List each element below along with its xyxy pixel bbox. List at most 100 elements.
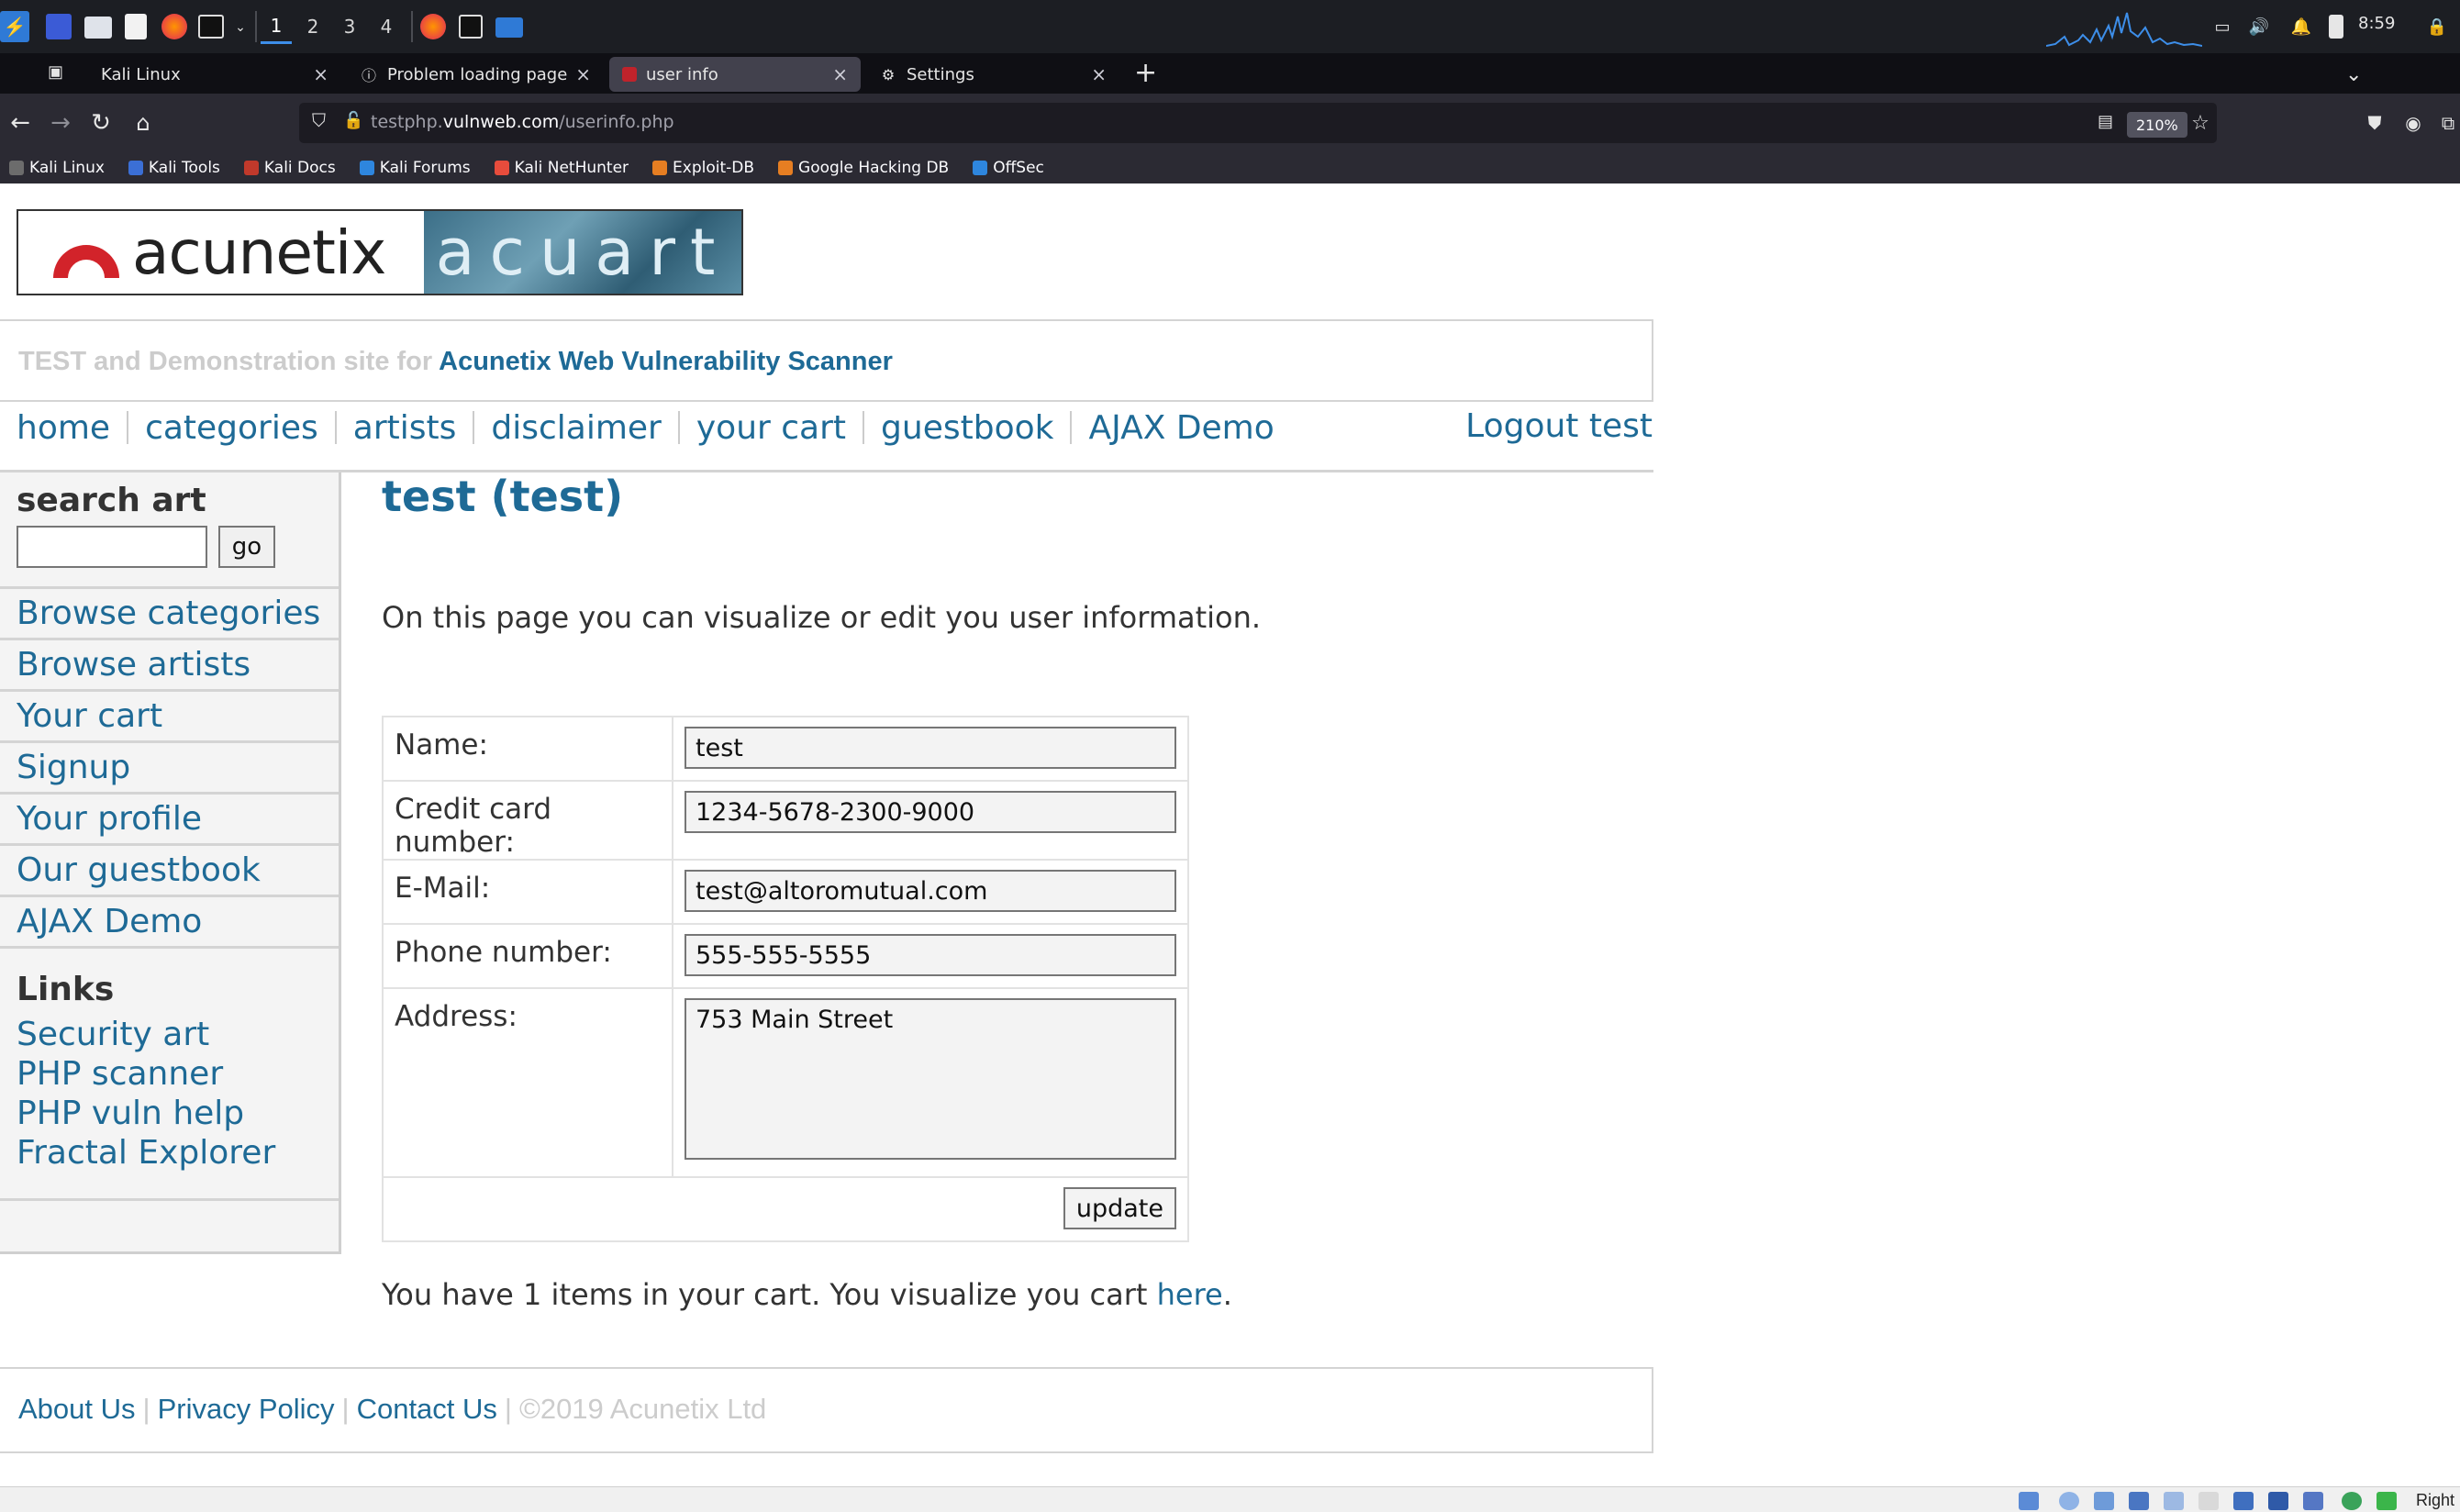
link-fractal-explorer[interactable]: Fractal Explorer	[17, 1134, 275, 1172]
url-bar[interactable]: ⛉ 🔓 testphp.vulnweb.com/userinfo.php ▤	[299, 103, 2217, 143]
tab-problem-loading[interactable]: ⓘ Problem loading page ×	[347, 57, 604, 92]
search-art-input[interactable]	[17, 526, 207, 568]
home-icon[interactable]: ⌂	[127, 106, 160, 139]
sidebar-item-our-guestbook[interactable]: Our guestbook	[0, 843, 339, 895]
email-field[interactable]	[685, 870, 1176, 912]
close-icon[interactable]: ×	[832, 63, 848, 85]
vm-optical-icon[interactable]	[2059, 1492, 2079, 1510]
sidebar-item-browse-categories[interactable]: Browse categories	[0, 586, 339, 638]
extensions-icon[interactable]: ⧉	[2432, 106, 2460, 139]
reader-view-icon[interactable]: ▤	[2098, 112, 2113, 131]
firefox-icon[interactable]	[161, 14, 187, 39]
vm-shared-folder-icon[interactable]	[2198, 1492, 2219, 1510]
vm-disk-icon[interactable]	[2019, 1492, 2039, 1510]
cart-here-link[interactable]: here	[1157, 1277, 1223, 1312]
battery-icon[interactable]	[2329, 15, 2343, 39]
display-icon[interactable]: ▭	[2210, 14, 2235, 39]
close-icon[interactable]: ×	[575, 63, 591, 85]
zoom-level-badge[interactable]: 210%	[2127, 112, 2187, 138]
account-icon[interactable]: ◉	[2397, 106, 2430, 139]
footer-privacy-policy[interactable]: Privacy Policy	[158, 1393, 335, 1425]
nav-your-cart[interactable]: your cart	[696, 409, 846, 447]
tab-kali-linux[interactable]: Kali Linux ×	[88, 57, 341, 92]
workspace-4[interactable]: 4	[371, 9, 402, 44]
nav-categories[interactable]: categories	[145, 409, 318, 447]
link-php-scanner[interactable]: PHP scanner	[17, 1055, 223, 1093]
bookmark-exploit-db[interactable]: Exploit-DB	[652, 159, 754, 177]
notification-bell-icon[interactable]: 🔔	[2288, 14, 2314, 39]
kali-menu-icon[interactable]: ⚡	[0, 11, 29, 42]
firefox-window-icon[interactable]	[420, 14, 446, 39]
vm-display-icon[interactable]	[2233, 1492, 2254, 1510]
show-desktop-icon[interactable]	[46, 14, 72, 39]
shield-icon[interactable]: ⛉	[312, 111, 326, 132]
list-all-tabs-icon[interactable]: ⌄	[2345, 62, 2362, 86]
firefox-view-icon[interactable]: ▣	[48, 62, 63, 82]
lock-insecure-icon[interactable]: 🔓	[343, 111, 363, 130]
update-button[interactable]: update	[1063, 1187, 1176, 1229]
sidebar-item-your-profile[interactable]: Your profile	[0, 792, 339, 843]
footer-contact-us[interactable]: Contact Us	[357, 1393, 497, 1425]
terminal-icon[interactable]	[198, 15, 224, 39]
clock[interactable]: 8:59	[2358, 14, 2395, 33]
terminal-window-icon[interactable]	[459, 15, 483, 39]
close-icon[interactable]: ×	[313, 63, 328, 85]
gear-icon: ⚙	[881, 65, 896, 83]
tab-settings[interactable]: ⚙ Settings ×	[866, 57, 1119, 92]
nav-ajax-demo[interactable]: AJAX Demo	[1088, 409, 1274, 447]
name-field[interactable]	[685, 727, 1176, 769]
bookmark-star-icon[interactable]: ☆	[2184, 106, 2217, 139]
bookmark-label: OffSec	[993, 159, 1044, 177]
credit-card-field[interactable]	[685, 791, 1176, 833]
back-icon[interactable]: ←	[4, 106, 37, 139]
bookmark-kali-linux[interactable]: Kali Linux	[9, 159, 105, 177]
vm-audio-icon[interactable]	[2094, 1492, 2114, 1510]
nav-artists[interactable]: artists	[353, 409, 457, 447]
text-editor-icon[interactable]	[125, 14, 147, 39]
bookmark-kali-tools[interactable]: Kali Tools	[128, 159, 220, 177]
nav-disclaimer[interactable]: disclaimer	[491, 409, 661, 447]
phone-field[interactable]	[685, 934, 1176, 976]
nav-guestbook[interactable]: guestbook	[881, 409, 1053, 447]
app-window-icon[interactable]	[495, 17, 523, 38]
lock-icon[interactable]: 🔒	[2424, 14, 2450, 39]
link-security-art[interactable]: Security art	[17, 1016, 209, 1053]
workspace-1[interactable]: 1	[261, 9, 292, 44]
sidebar-item-ajax-demo[interactable]: AJAX Demo	[0, 895, 339, 946]
sidebar-item-your-cart[interactable]: Your cart	[0, 689, 339, 740]
address-field[interactable]: 753 Main Street	[685, 998, 1176, 1160]
vm-network-icon[interactable]	[2129, 1492, 2149, 1510]
sidebar-item-signup[interactable]: Signup	[0, 740, 339, 792]
logout-link[interactable]: Logout test	[1465, 407, 1653, 445]
vm-cpu-icon[interactable]	[2342, 1492, 2362, 1510]
forward-icon[interactable]: →	[44, 106, 77, 139]
url-text[interactable]: testphp.vulnweb.com/userinfo.php	[371, 112, 674, 132]
top-navigation: home categories artists disclaimer your …	[17, 407, 1275, 448]
footer-about-us[interactable]: About Us	[18, 1393, 136, 1425]
sidebar-item-browse-artists[interactable]: Browse artists	[0, 638, 339, 689]
vm-recording-icon[interactable]	[2303, 1492, 2323, 1510]
workspace-2[interactable]: 2	[297, 9, 328, 44]
workspace-3[interactable]: 3	[334, 9, 365, 44]
bookmark-kali-nethunter[interactable]: Kali NetHunter	[494, 159, 629, 177]
nav-home[interactable]: home	[17, 409, 110, 447]
new-tab-button[interactable]: +	[1134, 57, 1157, 89]
site-logo-banner[interactable]: acunetix acuart	[17, 209, 743, 295]
vm-mouse-icon[interactable]	[2377, 1492, 2397, 1510]
bookmark-google-hacking-db[interactable]: Google Hacking DB	[778, 159, 949, 177]
pocket-icon[interactable]: ⛊	[2358, 106, 2391, 139]
vm-capture-icon[interactable]	[2268, 1492, 2288, 1510]
bookmark-kali-forums[interactable]: Kali Forums	[359, 159, 471, 177]
close-icon[interactable]: ×	[1091, 63, 1107, 85]
bookmark-kali-docs[interactable]: Kali Docs	[243, 159, 336, 177]
vm-usb-icon[interactable]	[2164, 1492, 2184, 1510]
volume-icon[interactable]: 🔊	[2246, 14, 2272, 39]
link-php-vuln-help[interactable]: PHP vuln help	[17, 1095, 244, 1132]
bookmark-offsec[interactable]: OffSec	[973, 159, 1044, 177]
go-button[interactable]: go	[218, 526, 275, 568]
chevron-down-icon[interactable]: ⌄	[228, 14, 253, 39]
file-manager-icon[interactable]	[84, 17, 112, 39]
tagline-scanner-link[interactable]: Acunetix Web Vulnerability Scanner	[439, 347, 893, 376]
tab-user-info[interactable]: user info ×	[609, 57, 861, 92]
reload-icon[interactable]: ↻	[84, 106, 117, 139]
